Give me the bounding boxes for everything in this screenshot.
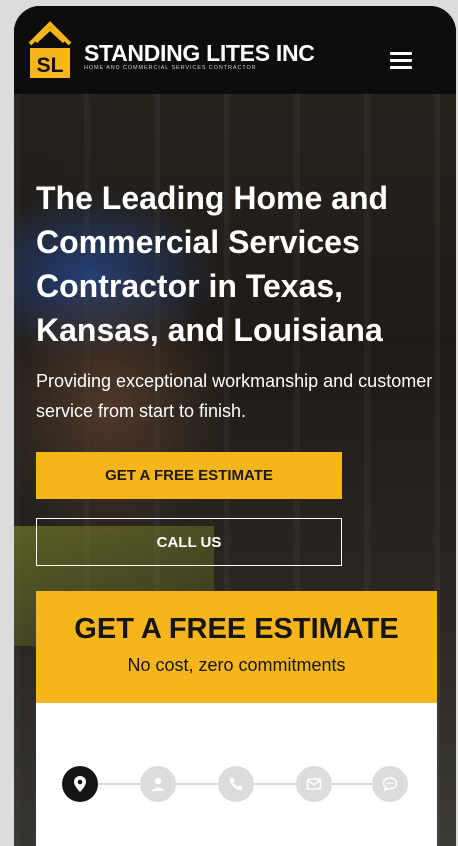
step-message[interactable] (372, 766, 408, 802)
step-location[interactable] (62, 766, 98, 802)
company-logo-icon[interactable]: SL (28, 18, 72, 80)
estimate-form-title: GET A FREE ESTIMATE (74, 613, 399, 645)
step-email[interactable] (296, 766, 332, 802)
hero-title: The Leading Home and Commercial Services… (36, 180, 389, 348)
estimate-form-subtitle: No cost, zero commitments (127, 655, 346, 675)
logo-text: SL (37, 54, 64, 77)
site-header: SL STANDING LITES INC HOME AND COMMERCIA… (14, 6, 456, 94)
call-us-button[interactable]: CALL US (36, 518, 342, 566)
mobile-viewport: SL STANDING LITES INC HOME AND COMMERCIA… (14, 6, 456, 846)
chat-bubble-icon (382, 777, 398, 792)
estimate-form-header: GET A FREE ESTIMATE No cost, zero commit… (36, 591, 437, 703)
location-pin-icon (74, 776, 86, 792)
menu-button[interactable] (386, 50, 416, 70)
user-icon (152, 777, 164, 791)
phone-icon (230, 778, 242, 790)
envelope-icon (306, 778, 322, 790)
brand-tagline: HOME AND COMMERCIAL SERVICES CONTRACTOR (84, 65, 257, 71)
brand-name[interactable]: STANDING LITES INC (84, 40, 315, 67)
hamburger-icon (390, 52, 412, 55)
get-estimate-button[interactable]: GET A FREE ESTIMATE (36, 452, 342, 499)
step-contact-info[interactable] (140, 766, 176, 802)
step-phone[interactable] (218, 766, 254, 802)
hero-subtitle: Providing exceptional workmanship and cu… (36, 371, 433, 421)
